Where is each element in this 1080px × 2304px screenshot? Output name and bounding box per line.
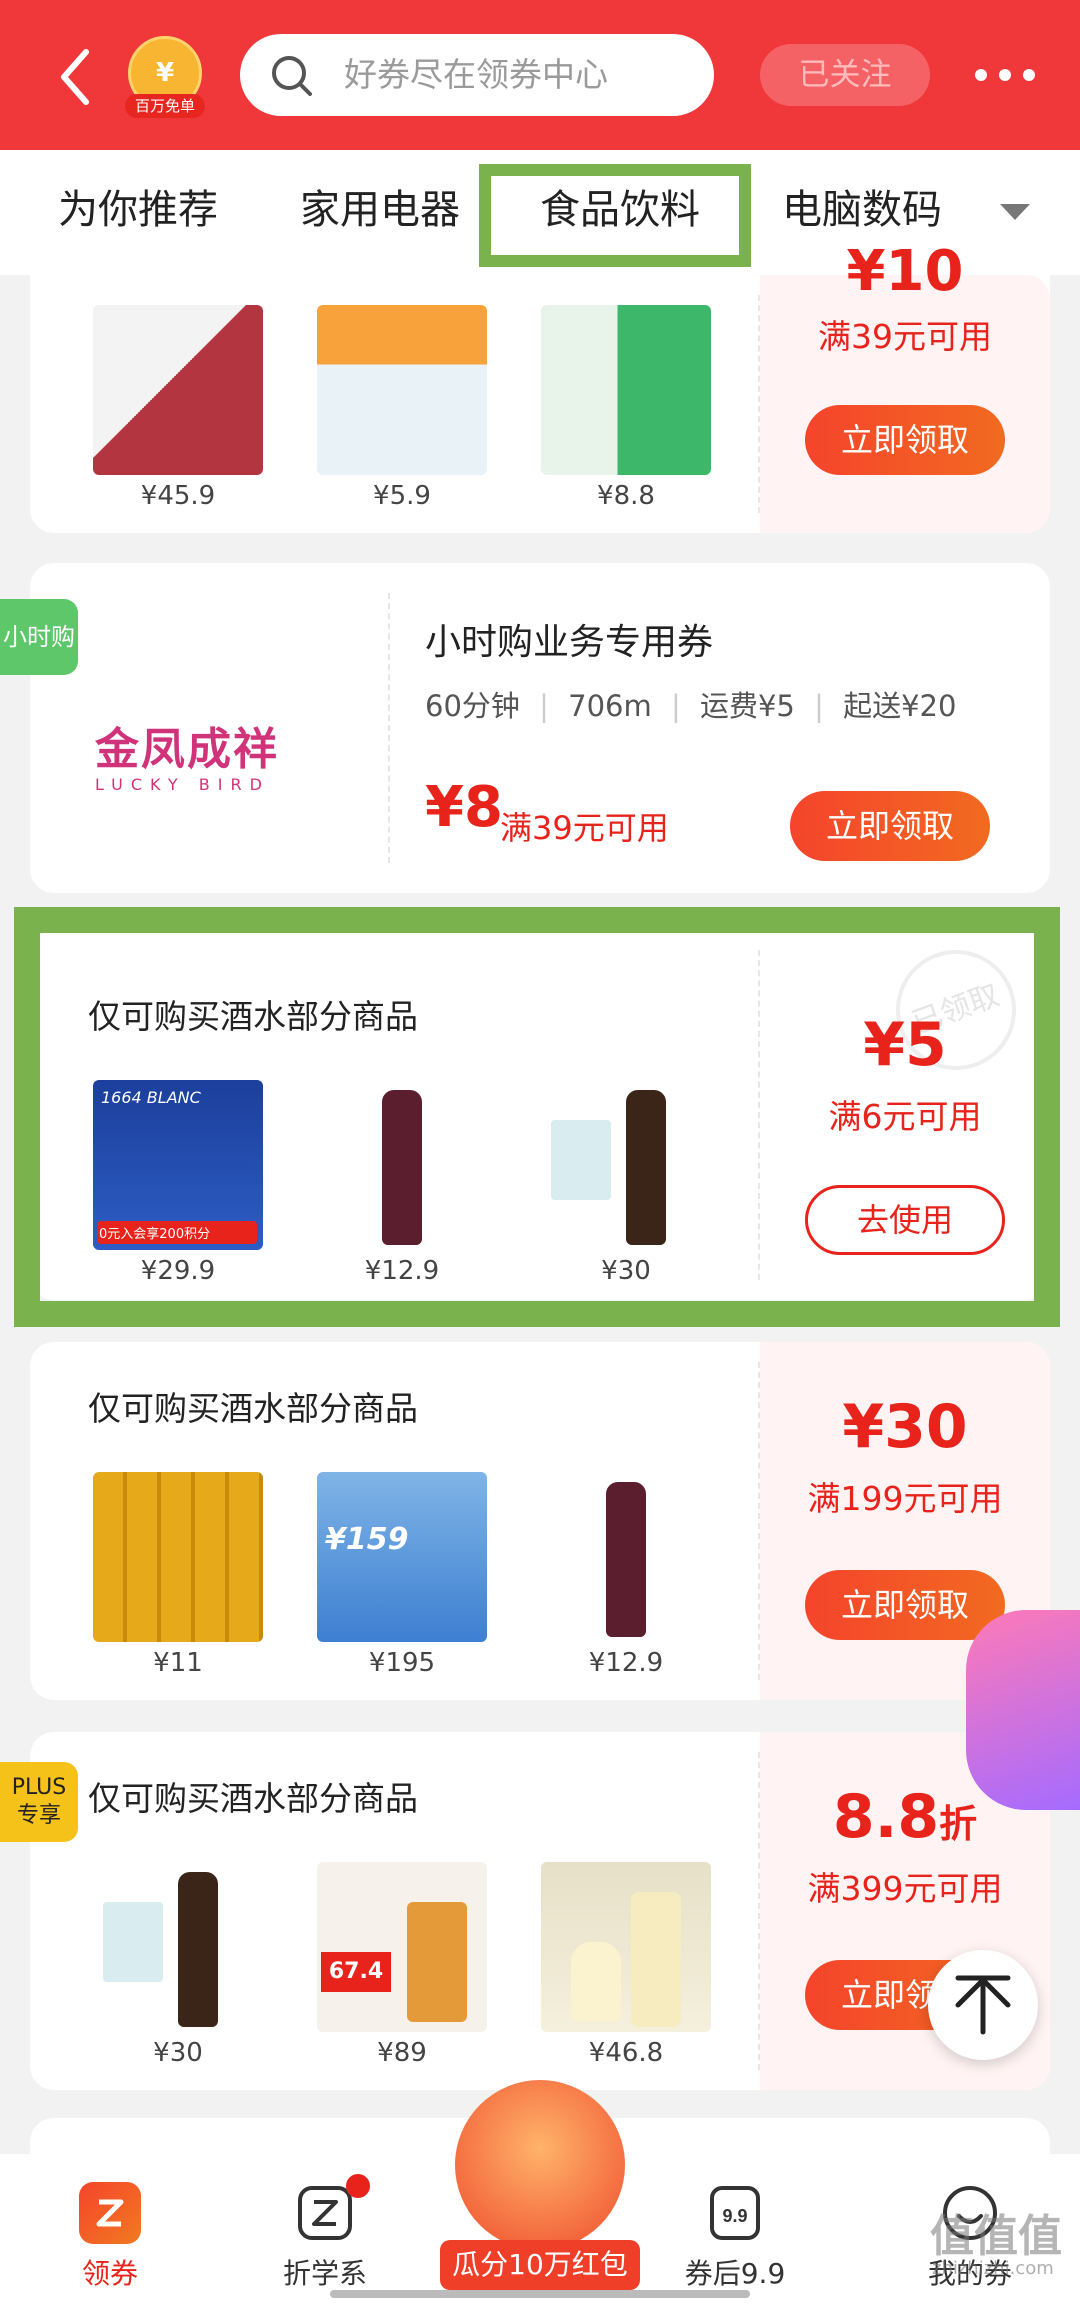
product-image [93,1472,263,1642]
product-image: 67.4 [317,1862,487,2032]
brand-name: 金凤成祥 [95,724,279,775]
product-price: ¥46.8 [588,2038,664,2068]
claim-button[interactable]: 立即领取 [805,1570,1005,1640]
plus-label: PLUS [11,1775,67,1800]
chevron-down-icon[interactable] [1000,204,1030,220]
claim-button[interactable]: 立即领取 [790,791,990,861]
nine-nine-icon: 9.9 [704,2182,766,2244]
hourly-tag: 小时购 [0,599,78,675]
highlight-frame [14,907,1060,1327]
distance: 706m [568,689,652,723]
active-tab-highlight [479,164,751,267]
back-button[interactable] [52,42,102,112]
logo-tag: 百万免单 [125,94,205,118]
nav-label: 折学系 [282,2257,367,2290]
coupon-condition: 满39元可用 [500,809,669,847]
product-image [541,305,711,475]
store-logo[interactable]: ¥ 百万免单 [125,36,205,122]
svg-text:9.9: 9.9 [722,2206,747,2226]
coupon-amount: ¥8 [425,775,503,840]
nav-item-99[interactable]: 9.9 券后9.9 [655,2182,815,2292]
product-item[interactable]: ¥46.8 [536,1862,716,2068]
product-note: 67.4 [321,1952,391,1992]
coupon-card-plus: PLUS 专享 仅可购买酒水部分商品 ¥30 67.4 ¥89 ¥46.8 8.… [0,1732,1050,2090]
nav-item-coupons[interactable]: 领券 [30,2182,190,2292]
product-price: ¥5.9 [373,481,431,511]
product-item[interactable]: ¥11 [88,1472,268,1678]
discount-value: 8.8 [832,1782,940,1852]
product-item[interactable]: ¥12.9 [536,1472,716,1678]
back-to-top-button[interactable] [928,1950,1038,2060]
product-image [541,1472,711,1642]
search-input[interactable]: 好券尽在领券中心 [240,34,714,116]
product-image: ¥159 [317,1472,487,1642]
tab-recommend[interactable]: 为你推荐 [58,185,218,235]
product-price: ¥8.8 [597,481,655,511]
product-price: ¥12.9 [588,1648,664,1678]
product-item[interactable]: ¥159 ¥195 [312,1472,492,1678]
brand-logo: 金凤成祥 LUCKY BIRD [95,713,355,794]
back-arrow-icon [61,49,89,105]
center-promo-label[interactable]: 瓜分10万红包 [440,2240,640,2290]
product-item[interactable]: ¥8.8 [536,305,716,511]
product-item[interactable]: ¥5.9 [312,305,492,511]
search-icon [272,56,312,96]
follow-button[interactable]: 已关注 [760,44,930,106]
top-bar: ¥ 百万免单 好券尽在领券中心 已关注 [0,0,1080,150]
product-item[interactable]: ¥30 [88,1862,268,2068]
product-item[interactable]: 67.4 ¥89 [312,1862,492,2068]
search-placeholder: 好券尽在领券中心 [344,55,608,94]
claim-button[interactable]: 立即领取 [805,405,1005,475]
delivery-fee: 运费¥5 [699,689,795,723]
product-note: ¥159 [325,1522,409,1557]
product-image [541,1862,711,2032]
coupon-card-hourly: 小时购 金凤成祥 LUCKY BIRD 小时购业务专用券 60分钟 | 706m… [0,563,1050,893]
product-image [93,305,263,475]
nav-label: 领券 [81,2257,138,2290]
coupon-value-panel: ¥10 满39元可用 立即领取 [760,239,1050,533]
brand-name-en: LUCKY BIRD [95,775,270,794]
coupon-amount: ¥30 [842,1392,968,1462]
home-indicator [330,2290,750,2298]
coupon-amount: ¥10 [846,239,964,299]
delivery-time: 60分钟 [425,689,520,723]
coupon-title: 仅可购买酒水部分商品 [88,1389,418,1428]
watermark-url: zhizhizhi.com [932,2258,1054,2279]
coupon-condition: 满39元可用 [818,317,992,356]
coupon-title: 小时购业务专用券 [425,622,714,663]
tab-appliances[interactable]: 家用电器 [300,185,460,235]
plus-label-sub: 专享 [16,1803,61,1828]
coupon-title: 仅可购买酒水部分商品 [88,1779,418,1818]
product-price: ¥11 [153,1648,203,1678]
coupon-condition: 满399元可用 [807,1869,1003,1908]
plus-tag: PLUS 专享 [0,1762,78,1842]
nav-item-learn[interactable]: 折学系 [245,2174,405,2292]
red-packet-promo[interactable] [966,1610,1080,1810]
coupon-card: ¥45.9 ¥5.9 ¥8.8 ¥10 满39元可用 立即领取 [30,239,1050,533]
coupon-meta: 60分钟 | 706m | 运费¥5 | 起送¥20 [425,689,957,723]
product-price: ¥30 [153,2038,203,2068]
min-order: 起送¥20 [843,689,957,723]
z-icon [294,2174,370,2244]
product-list: ¥45.9 ¥5.9 ¥8.8 [30,275,760,533]
nav-label: 券后9.9 [684,2257,786,2290]
watermark: 值值值 [930,2211,1062,2262]
product-price: ¥89 [377,2038,427,2068]
product-item[interactable]: ¥45.9 [88,305,268,511]
coupon-card: 仅可购买酒水部分商品 ¥11 ¥159 ¥195 ¥12.9 ¥30 满199元… [30,1342,1050,1700]
product-price: ¥45.9 [140,481,216,511]
center-promo-icon[interactable] [455,2080,625,2250]
coupon-icon [79,2182,141,2244]
discount-unit: 折 [939,1802,978,1846]
tab-computers[interactable]: 电脑数码 [782,185,942,235]
product-image [93,1862,263,2032]
coupon-condition: 满199元可用 [807,1479,1003,1518]
product-image [317,305,487,475]
arrow-up-icon [955,1975,1011,2035]
more-icon[interactable] [975,60,1035,90]
product-price: ¥195 [368,1648,436,1678]
